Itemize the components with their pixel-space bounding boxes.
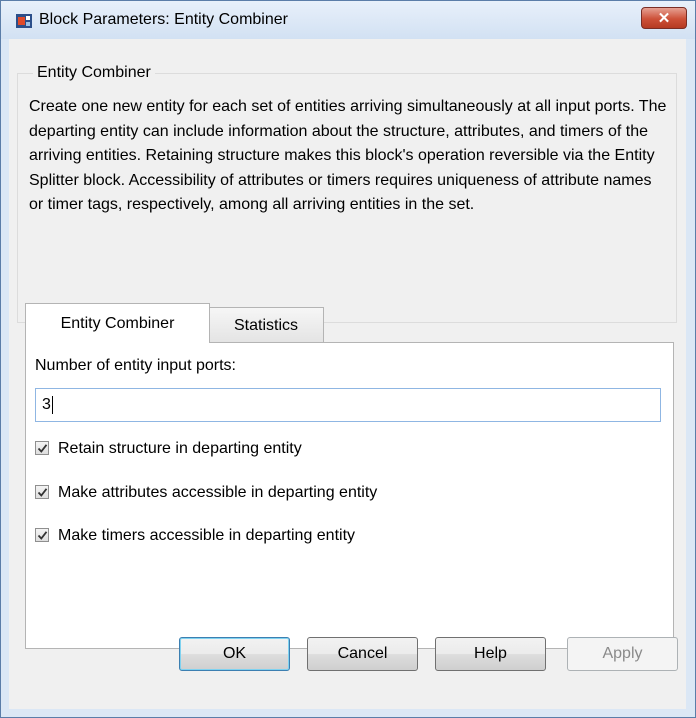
title-bar[interactable]: Block Parameters: Entity Combiner ✕ (1, 1, 695, 39)
check-icon (37, 444, 48, 453)
check-icon (37, 531, 48, 540)
check-icon (37, 488, 48, 497)
text-caret (51, 395, 53, 414)
retain-structure-label: Retain structure in departing entity (58, 440, 302, 457)
tab-panel: Number of entity input ports: 3 Retain s… (25, 342, 674, 649)
apply-button-label: Apply (602, 645, 643, 662)
help-button-label: Help (474, 645, 507, 662)
ports-input-value: 3 (42, 396, 51, 413)
close-icon: ✕ (657, 10, 671, 27)
timers-accessible-label: Make timers accessible in departing enti… (58, 527, 356, 544)
cancel-button[interactable]: Cancel (307, 637, 418, 671)
tab-entity-combiner-label: Entity Combiner (60, 315, 175, 332)
apply-button[interactable]: Apply (567, 637, 678, 671)
retain-structure-checkbox[interactable] (35, 440, 49, 455)
tab-entity-combiner[interactable]: Entity Combiner (25, 303, 210, 343)
attributes-accessible-label: Make attributes accessible in departing … (58, 484, 378, 501)
close-button[interactable]: ✕ (641, 7, 687, 29)
retain-structure-option[interactable]: Retain structure in departing entity (35, 440, 302, 458)
timers-accessible-option[interactable]: Make timers accessible in departing enti… (35, 527, 355, 545)
tab-statistics-label: Statistics (233, 317, 298, 334)
ports-input[interactable]: 3 (35, 388, 661, 422)
ok-button-label: OK (222, 645, 247, 662)
window-title: Block Parameters: Entity Combiner (39, 11, 288, 28)
ports-label: Number of entity input ports: (35, 357, 236, 374)
attributes-accessible-checkbox[interactable] (35, 484, 49, 499)
groupbox-title: Entity Combiner (33, 64, 155, 82)
dialog-window: Block Parameters: Entity Combiner ✕ Enti… (0, 0, 696, 718)
help-button[interactable]: Help (435, 637, 546, 671)
tab-statistics[interactable]: Statistics (208, 307, 324, 345)
cancel-button-label: Cancel (337, 645, 388, 662)
ok-button[interactable]: OK (179, 637, 290, 671)
block-diagram-icon (15, 13, 33, 29)
block-description: Create one new entity for each set of en… (29, 98, 667, 213)
dialog-client-area: Entity Combiner Create one new entity fo… (9, 39, 686, 709)
timers-accessible-checkbox[interactable] (35, 527, 49, 542)
attributes-accessible-option[interactable]: Make attributes accessible in departing … (35, 484, 377, 502)
